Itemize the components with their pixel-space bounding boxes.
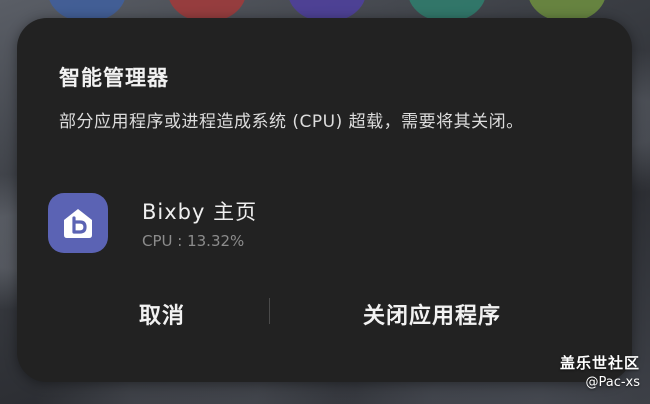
dialog-message: 部分应用程序或进程造成系统 (CPU) 超载，需要将其关闭。 [59, 112, 524, 132]
cancel-button[interactable]: 取消 [87, 294, 237, 334]
watermark: 盖乐世社区 @Pac-xs [560, 352, 640, 390]
watermark-brand: 盖乐世社区 [559, 354, 640, 372]
dialog-title: 智能管理器 [59, 66, 169, 90]
app-name: Bixby 主页 [142, 200, 258, 224]
bixby-home-icon [48, 193, 108, 253]
app-cpu-usage: CPU : 13.32% [142, 232, 245, 250]
button-divider [269, 298, 270, 324]
close-app-button[interactable]: 关闭应用程序 [317, 294, 547, 334]
smart-manager-dialog: 智能管理器 部分应用程序或进程造成系统 (CPU) 超载，需要将其关闭。 Bix… [17, 18, 632, 382]
watermark-user: @Pac-xs [585, 375, 640, 390]
